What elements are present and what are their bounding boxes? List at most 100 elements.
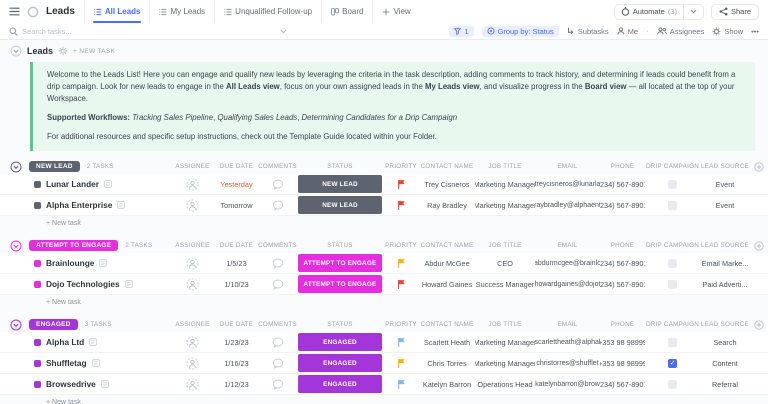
column-header-priority[interactable]: PRIORITY [383, 317, 419, 332]
comments-cell[interactable] [258, 253, 297, 273]
priority-cell[interactable] [383, 332, 419, 352]
priority-cell[interactable] [383, 353, 419, 373]
task-row[interactable]: Dojo Technologies1/10/23ATTEMPT TO ENGAG… [0, 274, 768, 295]
assignee-cell[interactable] [170, 332, 215, 352]
email-cell[interactable]: scarlettheath@alphal [535, 332, 600, 352]
column-header-status[interactable]: STATUS [297, 317, 383, 332]
column-header-assignee[interactable]: ASSIGNEE [170, 159, 215, 174]
assignees-button[interactable]: Assignees [657, 27, 705, 36]
due-date-cell[interactable]: 1/5/23 [215, 253, 258, 273]
comments-cell[interactable] [258, 195, 297, 215]
column-header-phone[interactable]: PHONE [600, 159, 645, 174]
new-task-button[interactable]: + New task [0, 216, 768, 230]
status-pill[interactable]: ATTEMPT TO ENGAGE [298, 254, 382, 272]
more-options-button[interactable]: ••• [751, 27, 759, 36]
menu-icon[interactable] [9, 7, 20, 16]
share-button[interactable]: Share [711, 4, 759, 20]
task-status-square-icon[interactable] [34, 202, 41, 209]
contact-name-cell[interactable]: Chris Torres [419, 353, 475, 373]
phone-cell[interactable]: (234) 567-8901 [600, 274, 645, 294]
new-task-button[interactable]: + New task [0, 295, 768, 309]
column-header-comments[interactable]: COMMENTS [258, 159, 297, 174]
lead-source-cell[interactable]: Search [700, 332, 750, 352]
column-header-comments[interactable]: COMMENTS [258, 317, 297, 332]
status-pill[interactable]: ENGAGED [298, 375, 382, 393]
comments-cell[interactable] [258, 353, 297, 373]
phone-cell[interactable]: (234) 567-8901 [600, 195, 645, 215]
contact-name-cell[interactable]: Howard Gaines [419, 274, 475, 294]
due-date-cell[interactable]: Yesterday [215, 174, 258, 194]
add-column-button[interactable] [750, 317, 768, 332]
tab-view[interactable]: View [372, 0, 419, 23]
column-header-job-title[interactable]: JOB TITLE [475, 238, 535, 253]
column-header-contact-name[interactable]: CONTACT NAME [419, 317, 475, 332]
search-expand-chevron-icon[interactable] [280, 29, 287, 34]
task-row[interactable]: Shuffletag1/16/23ENGAGEDChris TorresMark… [0, 353, 768, 374]
priority-cell[interactable] [383, 174, 419, 194]
task-status-square-icon[interactable] [34, 260, 41, 267]
task-row[interactable]: Browsedrive1/12/23ENGAGEDKatelyn BarronO… [0, 374, 768, 395]
task-name[interactable]: Dojo Technologies [46, 279, 120, 289]
due-date-cell[interactable]: Tomorrow [215, 195, 258, 215]
lead-source-cell[interactable]: Event [700, 174, 750, 194]
column-header-drip-campaign[interactable]: DRIP CAMPAIGN [645, 317, 700, 332]
column-header-comments[interactable]: COMMENTS [258, 238, 297, 253]
comments-cell[interactable] [258, 374, 297, 394]
column-header-phone[interactable]: PHONE [600, 317, 645, 332]
drip-campaign-checkbox[interactable] [668, 280, 677, 289]
phone-cell[interactable]: +353 98 98999 [600, 353, 645, 373]
column-header-phone[interactable]: PHONE [600, 238, 645, 253]
assignee-cell[interactable] [170, 174, 215, 194]
contact-name-cell[interactable]: Trey Cisneros [419, 174, 475, 194]
task-name[interactable]: Browsedrive [46, 379, 96, 389]
drip-campaign-checkbox[interactable] [668, 180, 677, 189]
column-header-job-title[interactable]: JOB TITLE [475, 317, 535, 332]
phone-cell[interactable]: (234) 567-8901 [600, 374, 645, 394]
priority-cell[interactable] [383, 253, 419, 273]
task-name[interactable]: Brainlounge [46, 258, 94, 268]
comments-cell[interactable] [258, 274, 297, 294]
column-header-priority[interactable]: PRIORITY [383, 159, 419, 174]
task-row[interactable]: Alpha Ltd1/23/23ENGAGEDScarlett HeathMar… [0, 332, 768, 353]
drip-campaign-checkbox[interactable] [668, 338, 677, 347]
task-status-square-icon[interactable] [34, 281, 41, 288]
column-header-drip-campaign[interactable]: DRIP CAMPAIGN [645, 159, 700, 174]
column-header-drip-campaign[interactable]: DRIP CAMPAIGN [645, 238, 700, 253]
column-header-assignee[interactable]: ASSIGNEE [170, 317, 215, 332]
priority-cell[interactable] [383, 374, 419, 394]
contact-name-cell[interactable]: Scarlett Heath [419, 332, 475, 352]
email-cell[interactable]: treycisneros@lunarla [535, 174, 600, 194]
task-name[interactable]: Alpha Ltd [46, 337, 84, 347]
phone-cell[interactable]: (234) 567-8901 [600, 253, 645, 273]
task-name[interactable]: Shuffletag [46, 358, 87, 368]
new-task-button[interactable]: + New task [0, 395, 768, 404]
collapse-list-icon[interactable] [10, 45, 22, 57]
drip-campaign-checkbox[interactable]: ✓ [668, 359, 677, 368]
status-badge[interactable]: ATTEMPT TO ENGAGE [29, 240, 118, 251]
due-date-cell[interactable]: 1/12/23 [215, 374, 258, 394]
column-header-lead-source[interactable]: LEAD SOURCE [700, 159, 750, 174]
lead-source-cell[interactable]: Paid Adverti... [700, 274, 750, 294]
email-cell[interactable]: raybradley@alphaent [535, 195, 600, 215]
contact-name-cell[interactable]: Ray Bradley [419, 195, 475, 215]
status-badge[interactable]: NEW LEAD [29, 161, 80, 172]
status-pill[interactable]: ENGAGED [298, 354, 382, 372]
column-header-contact-name[interactable]: CONTACT NAME [419, 159, 475, 174]
task-status-square-icon[interactable] [34, 360, 41, 367]
column-header-email[interactable]: EMAIL [535, 159, 600, 174]
column-header-due-date[interactable]: DUE DATE [215, 317, 258, 332]
filter-button[interactable]: 1 [449, 26, 473, 37]
assignee-cell[interactable] [170, 353, 215, 373]
show-button[interactable]: Show [712, 27, 743, 36]
column-header-priority[interactable]: PRIORITY [383, 238, 419, 253]
tab-my-leads[interactable]: My Leads [149, 0, 214, 23]
comments-cell[interactable] [258, 174, 297, 194]
column-header-status[interactable]: STATUS [297, 159, 383, 174]
status-pill[interactable]: NEW LEAD [298, 175, 382, 193]
email-cell[interactable]: howardgaines@dojot [535, 274, 600, 294]
column-header-email[interactable]: EMAIL [535, 317, 600, 332]
add-column-button[interactable] [750, 159, 768, 174]
lead-source-cell[interactable]: Content [700, 353, 750, 373]
due-date-cell[interactable]: 1/23/23 [215, 332, 258, 352]
comments-cell[interactable] [258, 332, 297, 352]
